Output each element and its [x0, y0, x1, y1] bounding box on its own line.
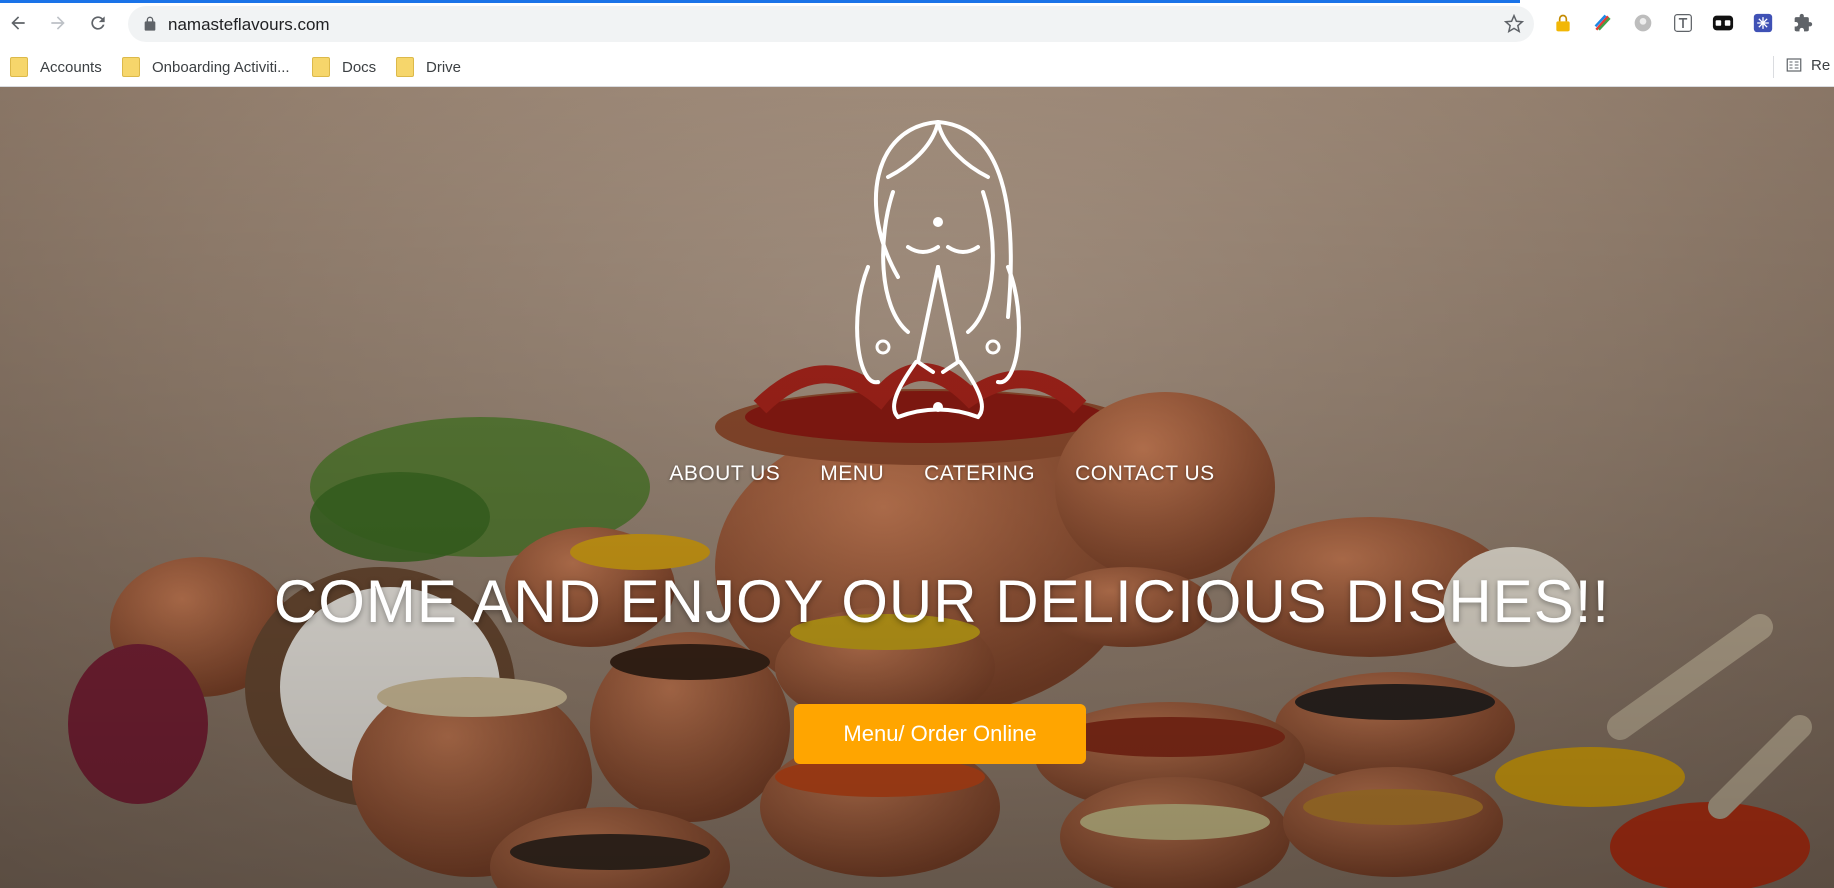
bookmark-onboarding[interactable]: Onboarding Activiti...: [122, 56, 290, 78]
address-bar[interactable]: namasteflavours.com: [128, 6, 1534, 42]
namaste-logo: [855, 120, 1021, 419]
bookmark-star-icon[interactable]: [1504, 14, 1524, 34]
folder-icon: [396, 57, 414, 77]
arrow-right-icon: [51, 16, 65, 30]
bookmark-label: Docs: [342, 58, 377, 76]
lock-icon: [144, 16, 156, 31]
main-nav: ABOUT US MENU CATERING CONTACT US: [0, 462, 1834, 486]
password-lock-extension-icon[interactable]: [1552, 12, 1574, 34]
snowflake-extension-icon[interactable]: [1752, 12, 1774, 34]
bookmark-docs[interactable]: Docs: [312, 56, 376, 78]
folder-icon: [10, 57, 28, 77]
page-load-progress: [0, 0, 1520, 3]
bookmark-label: Drive: [426, 58, 462, 76]
forward-button[interactable]: [46, 11, 70, 35]
reading-list-label: Re: [1811, 56, 1831, 74]
menu-order-online-button[interactable]: Menu/ Order Online: [794, 704, 1086, 764]
puzzle-extensions-icon[interactable]: [1792, 12, 1814, 34]
url-text: namasteflavours.com: [168, 15, 330, 34]
reload-button[interactable]: [86, 11, 110, 35]
bookmark-label: Onboarding Activiti...: [152, 58, 290, 76]
bookmark-accounts[interactable]: Accounts: [10, 56, 102, 78]
back-button[interactable]: [6, 11, 30, 35]
nav-contact-us[interactable]: CONTACT US: [1075, 462, 1215, 486]
folder-icon: [312, 57, 330, 77]
color-picker-extension-icon[interactable]: [1592, 12, 1614, 34]
folder-icon: [122, 57, 140, 77]
bookmarks-bar: Accounts Onboarding Activiti... Docs Dri…: [0, 48, 1834, 87]
reading-list-button[interactable]: Re: [1785, 56, 1830, 74]
bookmark-drive[interactable]: Drive: [396, 56, 461, 78]
text-extension-icon[interactable]: [1672, 12, 1694, 34]
glasses-extension-icon[interactable]: [1712, 12, 1734, 34]
profile-extension-icon[interactable]: [1632, 12, 1654, 34]
reading-list-icon: [1786, 58, 1802, 72]
hero-headline: COME AND ENJOY OUR DELICIOUS DISHES!!: [273, 568, 1611, 635]
browser-toolbar: namasteflavours.com: [0, 0, 1834, 48]
hero-section: ABOUT US MENU CATERING CONTACT US COME A…: [0, 87, 1834, 888]
nav-menu[interactable]: MENU: [820, 462, 884, 486]
nav-about-us[interactable]: ABOUT US: [669, 462, 780, 486]
reload-icon: [91, 16, 105, 30]
arrow-left-icon: [11, 16, 25, 30]
bookmark-label: Accounts: [40, 58, 102, 76]
bookmarks-divider: [1773, 56, 1774, 78]
nav-catering[interactable]: CATERING: [924, 462, 1035, 486]
